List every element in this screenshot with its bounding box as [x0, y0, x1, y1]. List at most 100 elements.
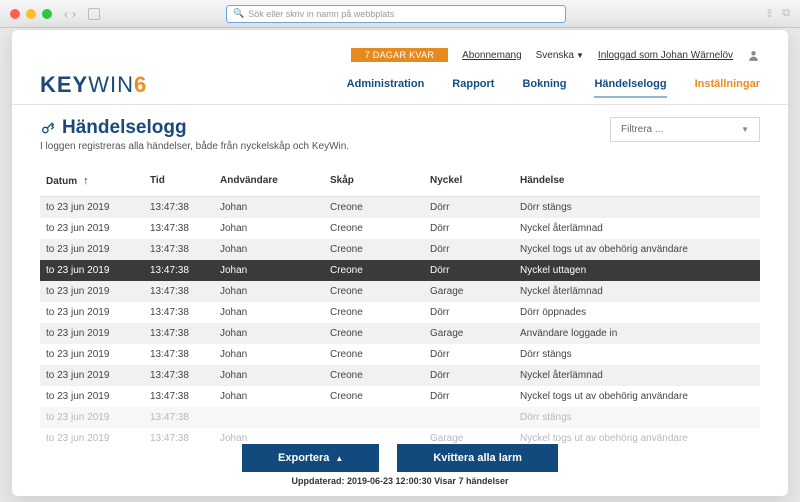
- nav-handelselogg[interactable]: Händelselogg: [594, 78, 666, 98]
- nav-administration[interactable]: Administration: [347, 78, 425, 98]
- col-user[interactable]: Andvändare: [214, 170, 324, 192]
- close-window-icon[interactable]: [10, 9, 20, 19]
- filter-dropdown[interactable]: Filtrera ... ▼: [610, 117, 760, 142]
- table-row[interactable]: to 23 jun 201913:47:38JohanCreoneGarageA…: [40, 323, 760, 344]
- cell-event: Dörr stängs: [514, 407, 760, 428]
- col-key[interactable]: Nyckel: [424, 170, 514, 192]
- cell-event: Dörr stängs: [514, 197, 760, 218]
- language-selector[interactable]: Svenska▼: [536, 50, 584, 61]
- brand-logo: KEYWIN6: [40, 72, 147, 98]
- main-nav: Administration Rapport Bokning Händelsel…: [347, 78, 760, 98]
- cell-key: Dörr: [424, 218, 514, 239]
- cell-cabinet: [324, 407, 424, 428]
- user-icon: [747, 49, 760, 62]
- table-body: to 23 jun 201913:47:38JohanCreoneDörrDör…: [40, 197, 760, 449]
- cell-key: Dörr: [424, 197, 514, 218]
- chevron-down-icon: ▼: [576, 51, 584, 60]
- table-row[interactable]: to 23 jun 201913:47:38JohanCreoneDörrDör…: [40, 344, 760, 365]
- cell-time: 13:47:38: [144, 281, 214, 302]
- cell-date: to 23 jun 2019: [40, 344, 144, 365]
- page-footer: Exportera ▲ Kvittera alla larm Uppdatera…: [12, 444, 788, 486]
- cell-date: to 23 jun 2019: [40, 407, 144, 428]
- cell-time: 13:47:38: [144, 302, 214, 323]
- logged-in-user[interactable]: Inloggad som Johan Wärnelöv: [598, 50, 733, 61]
- cell-cabinet: Creone: [324, 239, 424, 260]
- nav-bokning[interactable]: Bokning: [522, 78, 566, 98]
- logo-part3: 6: [134, 72, 147, 97]
- table-row[interactable]: to 23 jun 201913:47:38JohanCreoneDörrNyc…: [40, 218, 760, 239]
- cell-key: Garage: [424, 281, 514, 302]
- cell-time: 13:47:38: [144, 344, 214, 365]
- address-placeholder: Sök eller skriv in namn på webbplats: [248, 9, 394, 19]
- cell-event: Nyckel återlämnad: [514, 365, 760, 386]
- nav-installningar[interactable]: Inställningar: [695, 78, 760, 98]
- cell-user: Johan: [214, 323, 324, 344]
- cell-key: Dörr: [424, 239, 514, 260]
- cell-key: Dörr: [424, 344, 514, 365]
- cell-user: Johan: [214, 281, 324, 302]
- cell-cabinet: Creone: [324, 302, 424, 323]
- cell-date: to 23 jun 2019: [40, 239, 144, 260]
- address-bar[interactable]: 🔍 Sök eller skriv in namn på webbplats: [226, 5, 566, 23]
- cell-user: Johan: [214, 386, 324, 407]
- cell-key: Dörr: [424, 260, 514, 281]
- status-text: Uppdaterad: 2019-06-23 12:00:30 Visar 7 …: [292, 476, 509, 486]
- table-row[interactable]: to 23 jun 201913:47:38JohanCreoneDörrDör…: [40, 197, 760, 218]
- back-icon[interactable]: ‹: [64, 7, 68, 21]
- key-icon: [40, 120, 56, 136]
- cell-time: 13:47:38: [144, 197, 214, 218]
- cell-date: to 23 jun 2019: [40, 218, 144, 239]
- subscription-link[interactable]: Abonnemang: [462, 50, 522, 61]
- export-button[interactable]: Exportera ▲: [242, 444, 379, 472]
- cell-date: to 23 jun 2019: [40, 302, 144, 323]
- cell-time: 13:47:38: [144, 386, 214, 407]
- event-table: Datum↑ Tid Andvändare Skåp Nyckel Händel…: [40, 166, 760, 449]
- ack-label: Kvittera alla larm: [433, 452, 522, 464]
- sort-asc-icon: ↑: [83, 175, 89, 187]
- col-cabinet[interactable]: Skåp: [324, 170, 424, 192]
- acknowledge-all-alarms-button[interactable]: Kvittera alla larm: [397, 444, 558, 472]
- table-row[interactable]: to 23 jun 201913:47:38JohanCreoneDörrNyc…: [40, 386, 760, 407]
- cell-cabinet: Creone: [324, 197, 424, 218]
- cell-time: 13:47:38: [144, 407, 214, 428]
- cell-date: to 23 jun 2019: [40, 323, 144, 344]
- table-row[interactable]: to 23 jun 201913:47:38 Dörr stängs: [40, 407, 760, 428]
- table-row[interactable]: to 23 jun 201913:47:38JohanCreoneDörrDör…: [40, 302, 760, 323]
- history-nav[interactable]: ‹ ›: [64, 7, 76, 21]
- cell-event: Dörr öppnades: [514, 302, 760, 323]
- col-event[interactable]: Händelse: [514, 170, 760, 192]
- tab-overview-icon[interactable]: [88, 8, 100, 20]
- cell-date: to 23 jun 2019: [40, 281, 144, 302]
- col-date[interactable]: Datum↑: [40, 170, 144, 192]
- cell-user: Johan: [214, 197, 324, 218]
- table-row[interactable]: to 23 jun 201913:47:38JohanCreoneDörrNyc…: [40, 365, 760, 386]
- table-row[interactable]: to 23 jun 201913:47:38JohanCreoneDörrNyc…: [40, 239, 760, 260]
- cell-user: [214, 407, 324, 428]
- cell-event: Nyckel uttagen: [514, 260, 760, 281]
- cell-date: to 23 jun 2019: [40, 386, 144, 407]
- logo-part1: KEY: [40, 72, 88, 97]
- forward-icon[interactable]: ›: [72, 7, 76, 21]
- logo-part2: WIN: [88, 72, 134, 97]
- cell-event: Nyckel återlämnad: [514, 281, 760, 302]
- maximize-window-icon[interactable]: [42, 9, 52, 19]
- col-time[interactable]: Tid: [144, 170, 214, 192]
- share-icon[interactable]: ⇪: [765, 7, 774, 20]
- cell-user: Johan: [214, 302, 324, 323]
- window-controls[interactable]: [10, 9, 52, 19]
- table-row[interactable]: to 23 jun 201913:47:38JohanCreoneGarageN…: [40, 281, 760, 302]
- cell-key: Garage: [424, 323, 514, 344]
- table-row[interactable]: to 23 jun 201913:47:38JohanCreoneDörrNyc…: [40, 260, 760, 281]
- minimize-window-icon[interactable]: [26, 9, 36, 19]
- tabs-icon[interactable]: ⧉: [782, 7, 790, 20]
- language-label: Svenska: [536, 50, 574, 61]
- cell-user: Johan: [214, 239, 324, 260]
- utility-bar: 7 DAGAR KVAR Abonnemang Svenska▼ Inlogga…: [40, 48, 760, 62]
- cell-time: 13:47:38: [144, 218, 214, 239]
- cell-cabinet: Creone: [324, 323, 424, 344]
- cell-event: Nyckel togs ut av obehörig användare: [514, 239, 760, 260]
- triangle-up-icon: ▲: [335, 454, 343, 463]
- cell-event: Nyckel togs ut av obehörig användare: [514, 386, 760, 407]
- cell-event: Användare loggade in: [514, 323, 760, 344]
- nav-rapport[interactable]: Rapport: [452, 78, 494, 98]
